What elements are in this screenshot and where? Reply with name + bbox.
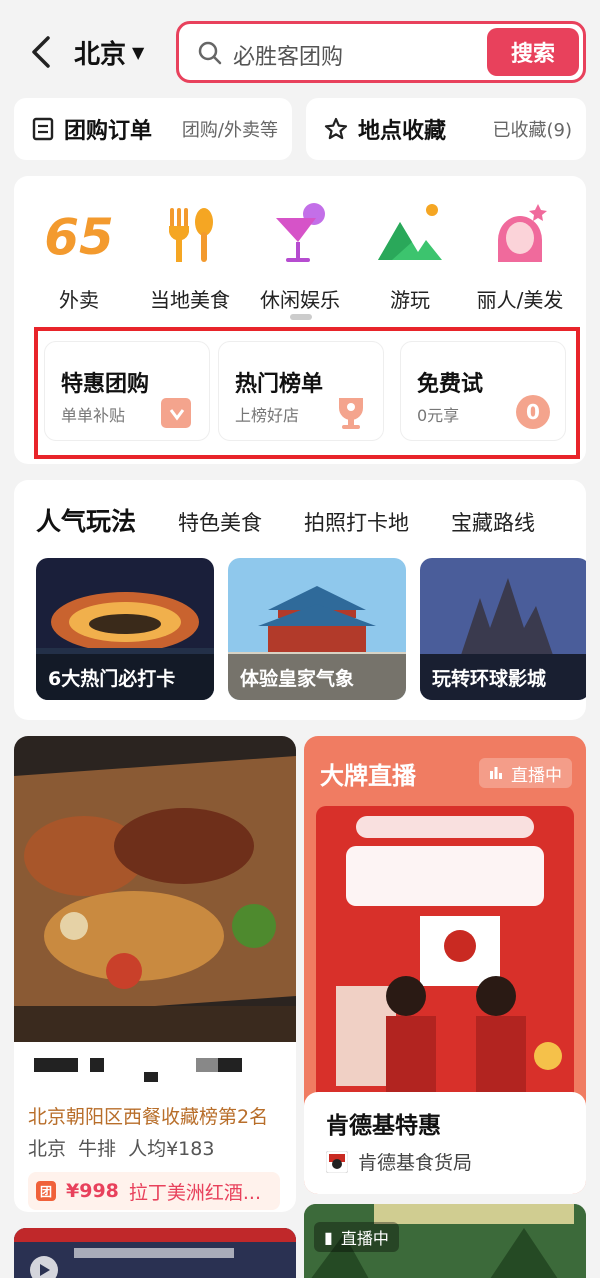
back-arrow-icon xyxy=(32,36,50,68)
promo-sub: 上榜好店 xyxy=(235,406,300,425)
feed-card-basketball[interactable] xyxy=(14,1228,296,1278)
group-orders-card[interactable]: 团购订单 团购/外卖等 xyxy=(14,98,292,160)
caret-down-icon: ▼ xyxy=(132,43,145,62)
category-play[interactable]: 游玩 xyxy=(355,200,465,313)
category-local-food[interactable]: 当地美食 xyxy=(135,200,245,313)
category-label: 当地美食 xyxy=(150,288,230,312)
tile-universal[interactable]: 玩转环球影城 xyxy=(420,558,586,700)
search-input[interactable]: 必胜客团购 xyxy=(233,39,343,71)
feed-card-live-2[interactable]: ▮ 直播中 xyxy=(304,1204,586,1278)
star-icon xyxy=(324,117,348,140)
promo-hot-list[interactable]: 热门榜单 上榜好店 xyxy=(218,341,384,441)
tab-photo-spots[interactable]: 拍照打卡地 xyxy=(304,507,409,537)
censor-block xyxy=(34,1058,78,1072)
beauty-icon xyxy=(498,204,547,262)
live-item-name: 肯德基特惠 xyxy=(326,1113,441,1139)
fork-spoon-icon xyxy=(169,208,213,262)
live-bars-icon: ▮ xyxy=(324,1227,333,1247)
tab-treasure-routes[interactable]: 宝藏路线 xyxy=(451,507,535,537)
tile-royal[interactable]: 体验皇家气象 xyxy=(228,558,406,700)
trophy-icon xyxy=(339,398,363,429)
live-section-title: 大牌直播 xyxy=(320,762,416,790)
popular-tabs: 人气玩法 特色美食 拍照打卡地 宝藏路线 xyxy=(36,502,577,538)
category-label: 外卖 xyxy=(59,288,99,312)
category-label: 丽人/美发 xyxy=(476,288,564,312)
group-buy-badge: 团 xyxy=(36,1181,56,1201)
live-badge: ▮ 直播中 xyxy=(314,1222,399,1252)
group-orders-title: 团购订单 xyxy=(64,119,153,144)
shop-row: 肯德基食货局 xyxy=(326,1148,472,1175)
live-badge: 直播中 xyxy=(479,758,572,788)
tile-hot-spots[interactable]: 6大热门必打卡 xyxy=(36,558,214,700)
promo-free-trial[interactable]: 免费试 0元享 0 xyxy=(400,341,566,441)
tab-special-food[interactable]: 特色美食 xyxy=(178,507,262,537)
restaurant-meta: 北京 牛排 人均¥183 xyxy=(28,1138,215,1160)
saved-places-card[interactable]: 地点收藏 已收藏(9) xyxy=(306,98,586,160)
shop-name: 肯德基食货局 xyxy=(358,1152,473,1174)
promo-title: 免费试 xyxy=(417,372,484,397)
tab-popular-play[interactable]: 人气玩法 xyxy=(36,502,136,538)
deal-name: 拉丁美洲红酒... xyxy=(128,1181,262,1204)
search-icon xyxy=(198,41,222,65)
tile-label: 玩转环球影城 xyxy=(420,654,586,700)
live-info-card: 肯德基特惠 肯德基食货局 xyxy=(304,1092,586,1194)
svg-text:0: 0 xyxy=(526,400,540,424)
saved-places-sub: 已收藏(9) xyxy=(492,120,573,141)
live-badge-text: 直播中 xyxy=(340,1229,389,1248)
rank-text: 北京朝阳区西餐收藏榜第2名 xyxy=(28,1106,269,1128)
page-indicator xyxy=(290,314,312,320)
saved-places-title: 地点收藏 xyxy=(358,119,447,144)
category-label: 游玩 xyxy=(390,288,430,312)
search-box[interactable]: 必胜客团购 搜索 xyxy=(176,21,586,83)
kfc-logo-icon xyxy=(326,1150,348,1173)
popular-section: 人气玩法 特色美食 拍照打卡地 宝藏路线 6大热门必打卡 体验皇家气象 玩转环球… xyxy=(14,480,586,720)
cocktail-icon xyxy=(276,203,325,262)
mountain-icon xyxy=(378,204,442,260)
order-icon xyxy=(32,117,54,141)
city-selector[interactable]: 北京 ▼ xyxy=(74,34,144,71)
category-beauty[interactable]: 丽人/美发 xyxy=(465,200,575,313)
delivery-65-icon: 65 xyxy=(44,208,114,266)
search-button[interactable]: 搜索 xyxy=(487,28,579,76)
back-button[interactable] xyxy=(28,34,56,70)
live-badge-text: 直播中 xyxy=(511,765,562,786)
group-orders-sub: 团购/外卖等 xyxy=(181,120,278,141)
feed-card-live[interactable]: 大牌直播 直播中 肯德基特惠 肯德基食货局 xyxy=(304,736,586,1194)
promo-sub: 单单补贴 xyxy=(61,406,126,425)
censor-block xyxy=(90,1058,104,1072)
promo-title: 特惠团购 xyxy=(61,372,150,397)
city-name: 北京 xyxy=(74,40,127,70)
live-bars-icon xyxy=(490,767,502,779)
deal-price: ¥998 xyxy=(66,1180,119,1202)
category-delivery[interactable]: 65 外卖 xyxy=(24,200,134,313)
food-photo xyxy=(14,736,296,1042)
tile-label: 6大热门必打卡 xyxy=(36,654,214,700)
coupon-icon xyxy=(161,398,191,428)
top-bar: 北京 ▼ 必胜客团购 搜索 xyxy=(0,0,600,96)
deal-row[interactable]: 团 ¥998 拉丁美洲红酒... xyxy=(28,1172,280,1210)
zero-yuan-icon: 0 xyxy=(516,395,550,429)
promo-sub: 0元享 xyxy=(417,406,460,425)
censor-block xyxy=(196,1058,220,1072)
censor-block xyxy=(218,1058,242,1072)
promo-title: 热门榜单 xyxy=(235,372,324,397)
kfc-live-poster xyxy=(316,806,574,1122)
censor-block xyxy=(144,1072,158,1082)
basketball-photo xyxy=(14,1228,296,1278)
category-label: 休闲娱乐 xyxy=(260,288,340,312)
promo-special-deals[interactable]: 特惠团购 单单补贴 xyxy=(44,341,210,441)
tile-label: 体验皇家气象 xyxy=(228,654,406,700)
category-leisure[interactable]: 休闲娱乐 xyxy=(245,200,355,313)
svg-text:65: 65 xyxy=(44,208,114,266)
